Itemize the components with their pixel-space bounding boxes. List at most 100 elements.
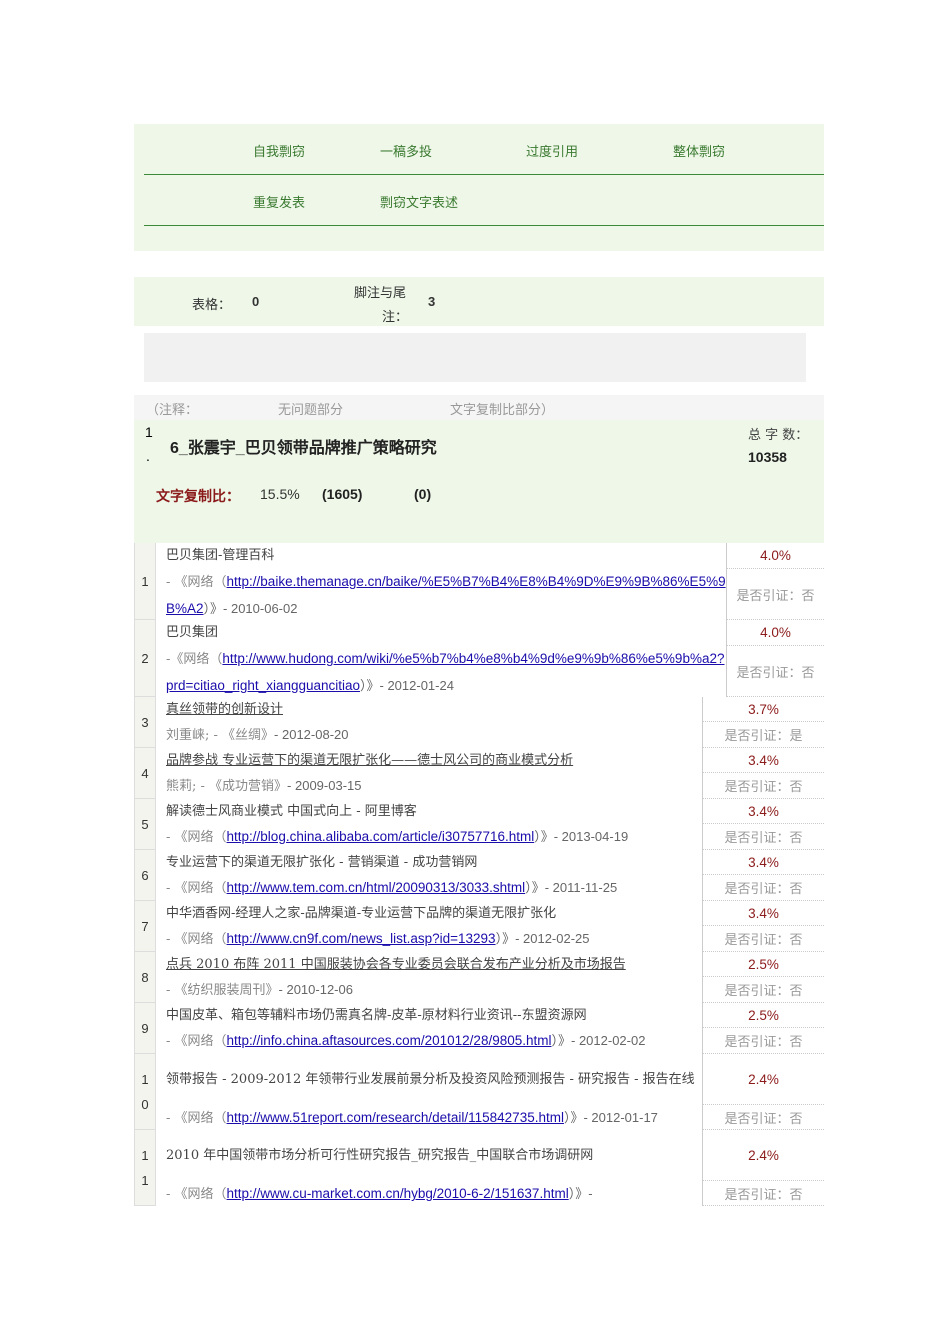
source-date: ）》- 2011-11-25 <box>525 880 618 895</box>
source-title[interactable]: 品牌参战 专业运营下的渠道无限扩张化——德士风公司的商业模式分析 <box>156 748 714 773</box>
source-percent: 2.5% <box>702 1003 824 1028</box>
source-number-digit: 1 <box>141 1172 149 1188</box>
source-url-link[interactable]: http://www.cn9f.com/news_list.asp?id=132… <box>227 931 496 946</box>
source-number-digit: 0 <box>141 1096 149 1112</box>
source-number-digit: 3 <box>141 714 149 730</box>
copy-ratio-label: 文字复制比： <box>156 488 240 504</box>
source-percent: 3.4% <box>702 850 824 875</box>
source-title: 中国皮革、箱包等辅料市场仍需真名牌-皮革-原材料行业资讯--东盟资源网 <box>166 1007 587 1023</box>
source-number: 11 <box>134 1130 156 1206</box>
source-percent: 3.4% <box>702 901 824 926</box>
citation-status: 是否引证：否 <box>702 824 824 850</box>
source-percent: 4.0% <box>726 620 824 646</box>
source-date: ）》- 2012-02-02 <box>551 1033 646 1048</box>
total-words-label: 总 字 数： <box>748 428 809 443</box>
source-meta: - 《网络（http://www.51report.com/research/d… <box>156 1105 714 1130</box>
source-url-link[interactable]: http://www.51report.com/research/detail/… <box>227 1110 564 1125</box>
nav-wording-plagiarism[interactable]: 剽窃文字表述 <box>380 192 458 211</box>
source-number: 3 <box>134 697 156 748</box>
source-title[interactable]: 点兵 2010 布阵 2011 中国服装协会各专业委员会联合发布产业分析及市场报… <box>156 952 714 977</box>
source-title: 专业运营下的渠道无限扩张化 - 营销渠道 - 成功营销网 <box>166 854 478 870</box>
note-copy-part: 文字复制比部分） <box>450 403 555 418</box>
note-no-issue: 无问题部分 <box>278 403 344 418</box>
source-meta-prefix: -《网络（ <box>166 652 223 667</box>
source-number: 9 <box>134 1003 156 1054</box>
nav-duplicate-publication[interactable]: 重复发表 <box>253 192 305 211</box>
source-meta-prefix: - 《网络（ <box>166 1111 227 1126</box>
source-title: 2010 年中国领带市场分析可行性研究报告_研究报告_中国联合市场调研网 <box>166 1147 594 1163</box>
source-meta: - 《网络（http://www.tem.com.cn/html/2009031… <box>156 875 714 901</box>
source-url-link[interactable]: http://www.cu-market.com.cn/hybg/2010-6-… <box>227 1186 569 1201</box>
source-date: ）》- 2012-01-17 <box>563 1110 658 1125</box>
source-title: 巴贝集团 <box>166 625 219 641</box>
source-date: - 2010-12-06 <box>278 982 353 997</box>
source-number: 8 <box>134 952 156 1003</box>
nav-self-plagiarism[interactable]: 自我剽窃 <box>253 141 305 160</box>
source-item: 1 巴贝集团-管理百科 4.0% - 《网络（http://baike.themana… <box>134 543 824 620</box>
source-title[interactable]: 真丝领带的创新设计 <box>156 697 714 722</box>
source-percent: 2.5% <box>702 952 824 977</box>
legend-note: （注释： 无问题部分 文字复制比部分） <box>134 395 824 420</box>
nav-row-2: 重复发表 剽窃文字表述 <box>144 175 824 226</box>
source-url-link[interactable]: http://blog.china.alibaba.com/article/i3… <box>227 829 535 844</box>
source-percent: 2.4% <box>702 1130 824 1181</box>
source-number-digit: 5 <box>141 816 149 832</box>
source-meta: - 《网络（http://blog.china.alibaba.com/arti… <box>156 824 714 850</box>
source-url-link[interactable]: http://www.tem.com.cn/html/20090313/3033… <box>227 880 526 895</box>
footnotes-label-2: 注： <box>382 310 409 325</box>
source-item: 2 巴贝集团 4.0% -《网络（http://www.hudong.com/wiki… <box>134 620 824 697</box>
source-number: 10 <box>134 1054 156 1130</box>
copy-ratio-count: (1605) <box>322 486 363 502</box>
citation-status: 是否引证：否 <box>702 1181 824 1206</box>
source-date: ）》- 2012-01-24 <box>360 677 454 693</box>
citation-status: 是否引证：否 <box>702 875 824 901</box>
source-item: 5 解读德士风商业模式 中国式向上 - 阿里博客 3.4% - 《网络（http://… <box>134 799 824 850</box>
source-date: - 2012-08-20 <box>274 727 349 742</box>
source-meta-prefix: - 《网络（ <box>166 575 227 590</box>
source-meta: - 《网络（http://www.cn9f.com/news_list.asp?… <box>156 926 714 952</box>
source-title: 中华酒香网-经理人之家-品牌渠道-专业运营下品牌的渠道无限扩张化 <box>166 905 557 921</box>
source-number-digit: 9 <box>141 1020 149 1036</box>
source-meta-prefix: - 《网络（ <box>166 881 227 896</box>
source-number: 1 <box>134 543 156 620</box>
source-title: 领带报告 - 2009-2012 年领带行业发展前景分析及投资风险预测报告 - … <box>166 1071 695 1087</box>
source-meta-prefix: - 《网络（ <box>166 1034 227 1049</box>
doc-index: 1 <box>145 424 153 440</box>
source-number-digit: 8 <box>141 969 149 985</box>
source-meta-prefix: 刘重崃; - 《丝绸》 <box>166 728 275 743</box>
citation-status: 是否引证：否 <box>702 1028 824 1054</box>
doc-title: 6_张震宇_巴贝领带品牌推广策略研究 <box>170 440 437 457</box>
source-meta-prefix: - 《纺织服装周刊》 <box>166 983 279 998</box>
source-url-link[interactable]: http://info.china.aftasources.com/201012… <box>227 1033 552 1048</box>
source-number-digit: 2 <box>141 650 149 666</box>
citation-status: 是否引证：否 <box>702 773 824 799</box>
source-date: ）》- 2010-06-02 <box>203 600 298 616</box>
report-page: 自我剽窃 一稿多投 过度引用 整体剽窃 重复发表 剽窃文字表述 表格： 0 脚注… <box>0 0 950 1344</box>
nav-excessive-citation[interactable]: 过度引用 <box>526 141 578 160</box>
source-date: ）》- 2012-02-25 <box>495 931 590 946</box>
total-words-value: 10358 <box>748 449 787 465</box>
source-percent: 4.0% <box>726 543 824 569</box>
source-meta: -《网络（http://www.hudong.com/wiki/%e5%b7%b… <box>156 646 726 697</box>
source-meta: 熊莉; - 《成功营销》- 2009-03-15 <box>156 773 714 799</box>
source-item: 1 0 领带报告 - 2009-2012 年领带行业发展前景分析及投资风险预测报告 … <box>134 1054 824 1130</box>
source-meta: - 《网络（http://info.china.aftasources.com/… <box>156 1028 714 1054</box>
source-meta-prefix: - 《网络（ <box>166 830 227 845</box>
source-meta: 刘重崃; - 《丝绸》- 2012-08-20 <box>156 722 714 748</box>
source-item: 7 中华酒香网-经理人之家-品牌渠道-专业运营下品牌的渠道无限扩张化 3.4% - 《… <box>134 901 824 952</box>
source-number-digit: 1 <box>141 573 149 589</box>
source-number-digit: 1 <box>141 1071 149 1087</box>
source-number: 5 <box>134 799 156 850</box>
source-number-digit: 7 <box>141 918 149 934</box>
source-percent: 3.7% <box>702 697 824 722</box>
footnotes-value: 3 <box>428 294 436 309</box>
source-item: 6 专业运营下的渠道无限扩张化 - 营销渠道 - 成功营销网 3.4% - 《网络（h… <box>134 850 824 901</box>
source-meta: - 《纺织服装周刊》- 2010-12-06 <box>156 977 714 1003</box>
source-title: 巴贝集团-管理百科 <box>166 548 275 564</box>
source-percent: 2.4% <box>702 1054 824 1105</box>
source-percent: 3.4% <box>702 799 824 824</box>
nav-multiple-submission[interactable]: 一稿多投 <box>380 141 432 160</box>
source-list: 1 巴贝集团-管理百科 4.0% - 《网络（http://baike.themana… <box>134 543 824 1206</box>
citation-status: 是否引证：否 <box>726 646 824 697</box>
nav-whole-plagiarism[interactable]: 整体剽窃 <box>673 141 725 160</box>
